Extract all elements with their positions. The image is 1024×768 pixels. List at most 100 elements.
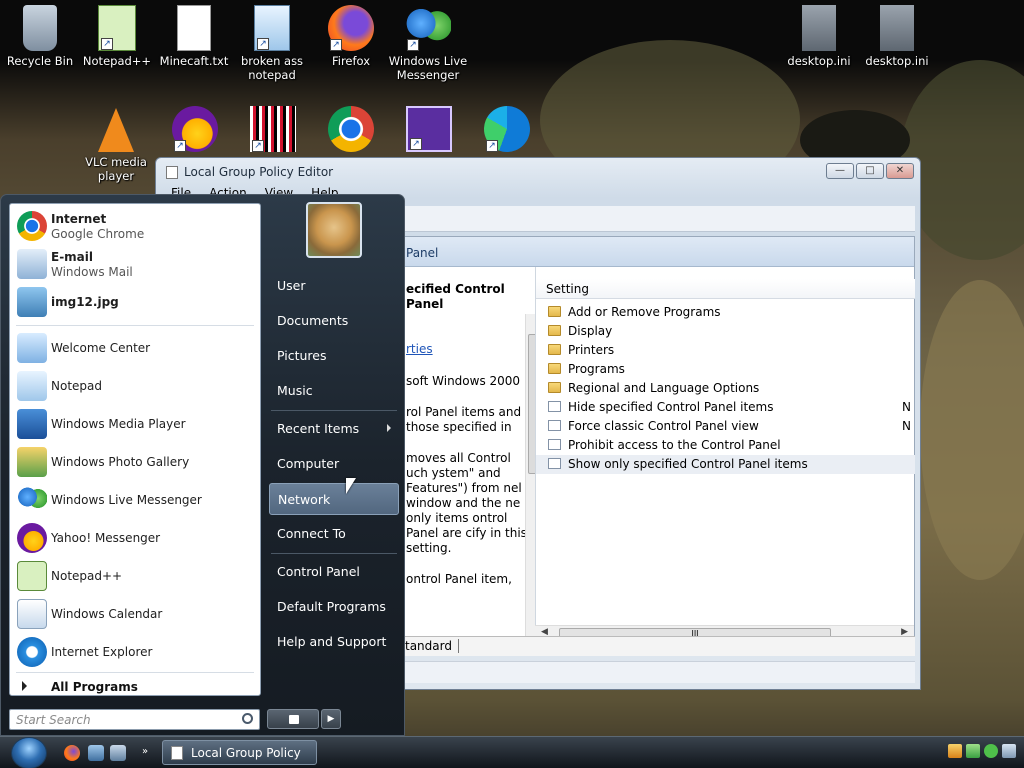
start-right-music[interactable]: Music <box>269 375 399 407</box>
policy-window-icon <box>171 746 183 760</box>
edit-policy-link[interactable]: rties <box>406 342 532 357</box>
maximize-button[interactable]: □ <box>856 163 884 179</box>
chrome-icon <box>17 211 47 241</box>
minimize-button[interactable]: — <box>826 163 854 179</box>
arrow-right-icon: ▶ <box>327 714 335 724</box>
yahoo-messenger-icon <box>17 523 47 553</box>
notepadpp-icon <box>17 561 47 591</box>
list-item[interactable]: Regional and Language Options <box>536 379 915 398</box>
list-item[interactable]: Programs <box>536 360 915 379</box>
start-right-documents[interactable]: Documents <box>269 305 399 337</box>
power-button[interactable] <box>267 709 319 729</box>
separator <box>16 325 254 326</box>
folder-icon <box>548 382 561 393</box>
ini-file-icon <box>880 5 914 51</box>
start-right-default-programs[interactable]: Default Programs <box>269 591 399 623</box>
desktop-icon-firefox[interactable]: ↗ Firefox <box>311 5 391 68</box>
tab-standard[interactable]: tandard <box>405 639 459 653</box>
network-icon[interactable] <box>966 744 980 758</box>
desktop-icon-notepadpp[interactable]: ↗ Notepad++ <box>77 5 157 68</box>
window-title: Local Group Policy Editor <box>184 165 334 179</box>
description-text: rol Panel items and those specified in <box>406 405 522 434</box>
start-button[interactable] <box>8 737 50 768</box>
recent-notepadpp[interactable]: Notepad++ <box>14 558 258 594</box>
messenger-tray-icon[interactable] <box>984 744 998 758</box>
search-icon[interactable] <box>242 713 253 724</box>
security-shield-icon[interactable] <box>948 744 962 758</box>
desktop-icon-desktop-ini-2[interactable]: desktop.ini <box>857 5 937 68</box>
user-avatar[interactable] <box>306 202 362 258</box>
start-right-network[interactable]: Network <box>269 483 399 515</box>
firefox-icon: ↗ <box>328 5 374 51</box>
firefox-quicklaunch-icon[interactable] <box>64 745 80 761</box>
pinned-email[interactable]: E-mail Windows Mail <box>14 246 258 282</box>
text-file-icon <box>177 5 211 51</box>
start-right-pictures[interactable]: Pictures <box>269 340 399 372</box>
desktop-icon-vlc[interactable]: VLC media player <box>76 108 156 183</box>
submenu-arrow-icon <box>387 424 391 432</box>
policy-setting-icon <box>548 401 561 412</box>
list-item[interactable]: Printers <box>536 341 915 360</box>
setting-state: N <box>902 400 911 414</box>
list-item-selected[interactable]: Show only specified Control Panel items <box>536 455 915 474</box>
desktop-icon-recycle-bin[interactable]: Recycle Bin <box>0 5 80 68</box>
notepad-icon <box>17 371 47 401</box>
recent-calendar[interactable]: Windows Calendar <box>14 596 258 632</box>
recent-media-player[interactable]: Windows Media Player <box>14 406 258 442</box>
separator <box>271 410 397 411</box>
list-item[interactable]: Add or Remove Programs <box>536 303 915 322</box>
list-item[interactable]: Prohibit access to the Control Panel <box>536 436 915 455</box>
windows-logo-icon <box>11 737 47 768</box>
start-right-recent-items[interactable]: Recent Items <box>269 413 399 445</box>
desktop-icon-yahoo[interactable]: ↗ <box>155 106 235 155</box>
pinned-internet[interactable]: Internet Google Chrome <box>14 208 258 244</box>
desktop-icon-desktop-ini-1[interactable]: desktop.ini <box>779 5 859 68</box>
desktop-icon-equalizer[interactable]: ↗ <box>233 106 313 155</box>
policy-window-icon <box>166 166 178 179</box>
recent-photo-gallery[interactable]: Windows Photo Gallery <box>14 444 258 480</box>
list-item[interactable]: Hide specified Control Panel items N <box>536 398 915 417</box>
recent-notepad[interactable]: Notepad <box>14 368 258 404</box>
photo-gallery-icon <box>17 447 47 477</box>
desktop-icon-cpu[interactable]: ↗ <box>389 106 469 155</box>
start-right-user[interactable]: User <box>269 270 399 302</box>
pinned-img12[interactable]: img12.jpg <box>14 284 258 320</box>
arrow-right-icon <box>22 681 27 691</box>
start-menu: Internet Google Chrome E-mail Windows Ma… <box>0 194 405 736</box>
show-desktop-icon[interactable] <box>88 745 104 761</box>
messenger-icon: ↗ <box>405 5 451 51</box>
start-right-connect-to[interactable]: Connect To <box>269 518 399 550</box>
taskbar-button-group-policy[interactable]: Local Group Policy ... <box>162 740 317 768</box>
start-right-help-support[interactable]: Help and Support <box>269 626 399 658</box>
desktop-icon-live-messenger[interactable]: ↗ Windows Live Messenger <box>388 5 468 82</box>
taskbar <box>0 736 1024 768</box>
desktop-icon-broken-notepad[interactable]: ↗ broken ass notepad <box>232 5 312 82</box>
recent-yahoo-messenger[interactable]: Yahoo! Messenger <box>14 520 258 556</box>
recent-welcome-center[interactable]: Welcome Center <box>14 330 258 366</box>
desktop-icon-minecaft-txt[interactable]: Minecaft.txt <box>154 5 234 68</box>
column-header-setting[interactable]: Setting <box>536 279 915 299</box>
volume-icon[interactable] <box>1002 744 1016 758</box>
quicklaunch-overflow-icon[interactable]: » <box>142 745 152 761</box>
close-button[interactable]: ✕ <box>886 163 914 179</box>
all-programs-button[interactable]: All Programs <box>14 678 258 696</box>
desktop-icon-edge[interactable]: ↗ <box>467 106 547 155</box>
desktop-icon-chrome[interactable] <box>311 106 391 155</box>
policy-setting-icon <box>548 458 561 469</box>
shutdown-options-button[interactable]: ▶ <box>321 709 341 729</box>
list-item[interactable]: Display <box>536 322 915 341</box>
chrome-icon <box>328 106 374 152</box>
recent-internet-explorer[interactable]: Internet Explorer <box>14 634 258 670</box>
list-item[interactable]: Force classic Control Panel view N <box>536 417 915 436</box>
switch-windows-icon[interactable] <box>110 745 126 761</box>
folder-icon <box>548 344 561 355</box>
description-text: ontrol Panel item, <box>406 572 512 586</box>
start-right-computer[interactable]: Computer <box>269 448 399 480</box>
description-heading: ecified Control Panel <box>406 282 505 311</box>
mail-icon <box>17 249 47 279</box>
start-right-control-panel[interactable]: Control Panel <box>269 556 399 588</box>
start-search-input[interactable]: Start Search <box>9 709 260 730</box>
start-menu-programs: Internet Google Chrome E-mail Windows Ma… <box>9 203 261 696</box>
setting-state: N <box>902 419 911 433</box>
recent-live-messenger[interactable]: Windows Live Messenger <box>14 482 258 518</box>
